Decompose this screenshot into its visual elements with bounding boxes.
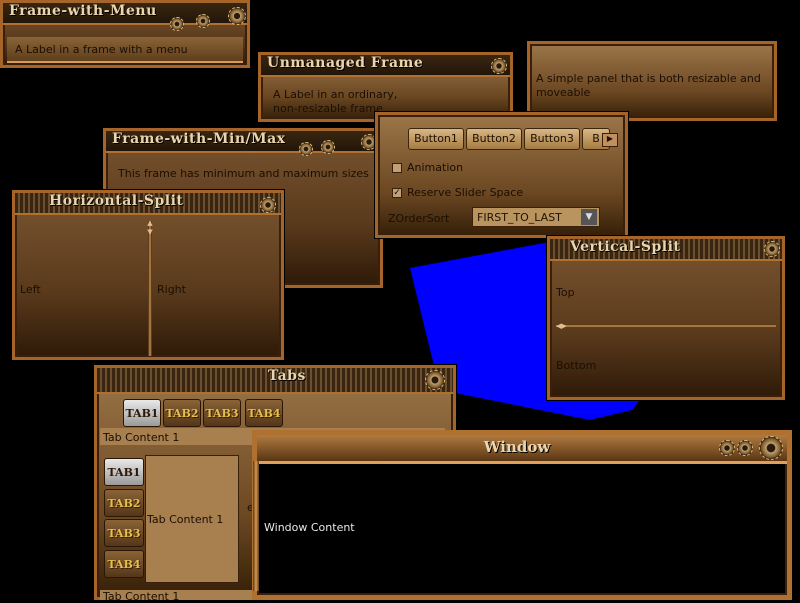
animation-checkbox[interactable] bbox=[392, 163, 402, 173]
horizontal-split-title: Horizontal-Split bbox=[49, 193, 184, 209]
gear-icon bbox=[491, 58, 507, 74]
window-left-pipe bbox=[253, 461, 259, 591]
horizontal-split-frame[interactable]: Horizontal-Split Left ▲ ▼ Right bbox=[12, 190, 284, 360]
vertical-splitter[interactable] bbox=[556, 324, 776, 328]
gear-icon bbox=[228, 7, 246, 25]
simple-panel[interactable]: A simple panel that is both resizable an… bbox=[527, 41, 777, 121]
splitter-arrows-icon[interactable]: ▲ ▼ bbox=[145, 219, 155, 239]
gear-icon bbox=[764, 241, 780, 257]
reserve-slider-label: Reserve Slider Space bbox=[407, 186, 524, 199]
split-top-label: Top bbox=[556, 286, 575, 299]
scroll-right-icon[interactable]: ▶ bbox=[602, 133, 618, 147]
tab-content-side: Tab Content 1 bbox=[147, 513, 224, 526]
zorder-select-value: FIRST_TO_LAST bbox=[477, 211, 562, 224]
unmanaged-label-line2: non-resizable frame bbox=[273, 102, 383, 115]
button3[interactable]: Button3 bbox=[524, 128, 580, 150]
side-tab-4[interactable]: TAB4 bbox=[104, 550, 144, 578]
gear-icon bbox=[170, 17, 184, 31]
simple-panel-text-line2: moveable bbox=[536, 86, 591, 99]
gear-icon bbox=[260, 197, 276, 213]
frame-with-menu-label: A Label in a frame with a menu bbox=[15, 43, 188, 56]
gear-icon bbox=[196, 14, 210, 28]
frame-min-max-label: This frame has minimum and maximum sizes bbox=[118, 167, 369, 180]
controls-panel[interactable]: Button1 Button2 Button3 B ▶ Animation ✓ … bbox=[375, 112, 628, 238]
gear-icon bbox=[425, 370, 445, 390]
tab-content-bottom: Tab Content 1 bbox=[103, 590, 180, 603]
gear-icon bbox=[321, 140, 335, 154]
split-left-label: Left bbox=[20, 283, 41, 296]
vertical-split-frame[interactable]: Vertical-Split Top ◀▶ Bottom bbox=[547, 236, 785, 400]
side-tab-1[interactable]: TAB1 bbox=[104, 458, 144, 486]
splitter-arrows-icon[interactable]: ◀▶ bbox=[556, 321, 572, 331]
split-bottom-label: Bottom bbox=[556, 359, 597, 372]
split-right-label: Right bbox=[157, 283, 186, 296]
gear-icon[interactable] bbox=[759, 436, 783, 460]
frame-with-menu-title: Frame-with-Menu bbox=[9, 3, 157, 19]
top-tab-3[interactable]: TAB3 bbox=[203, 399, 241, 427]
frame-with-menu[interactable]: Frame-with-Menu A Label in a frame with … bbox=[0, 0, 250, 68]
button1[interactable]: Button1 bbox=[408, 128, 464, 150]
reserve-slider-checkbox[interactable]: ✓ bbox=[392, 188, 402, 198]
tab-content-top: Tab Content 1 bbox=[103, 431, 180, 444]
top-tab-4[interactable]: TAB4 bbox=[245, 399, 283, 427]
gear-icon bbox=[299, 142, 313, 156]
window-content: Window Content bbox=[264, 521, 355, 534]
zorder-select[interactable]: FIRST_TO_LAST ▼ bbox=[472, 207, 600, 227]
unmanaged-frame-title: Unmanaged Frame bbox=[267, 55, 424, 71]
vertical-split-title: Vertical-Split bbox=[570, 239, 681, 255]
top-tab-2[interactable]: TAB2 bbox=[163, 399, 201, 427]
gear-icon[interactable] bbox=[719, 440, 735, 456]
chevron-down-icon[interactable]: ▼ bbox=[581, 209, 597, 225]
unmanaged-label-line1: A Label in an ordinary, bbox=[273, 88, 398, 101]
simple-panel-text-line1: A simple panel that is both resizable an… bbox=[536, 72, 761, 85]
window-frame[interactable]: Window Window Content bbox=[252, 430, 792, 600]
zorder-label: ZOrderSort bbox=[388, 212, 450, 225]
horizontal-splitter[interactable] bbox=[148, 221, 152, 356]
frame-min-max-title: Frame-with-Min/Max bbox=[112, 131, 286, 147]
top-tab-1[interactable]: TAB1 bbox=[123, 399, 161, 427]
window-title: Window bbox=[483, 438, 551, 456]
tabs-title: Tabs bbox=[268, 368, 306, 384]
button2[interactable]: Button2 bbox=[466, 128, 522, 150]
gear-icon[interactable] bbox=[737, 440, 753, 456]
animation-label: Animation bbox=[407, 161, 464, 174]
side-tab-3[interactable]: TAB3 bbox=[104, 519, 144, 547]
side-tab-2[interactable]: TAB2 bbox=[104, 489, 144, 517]
